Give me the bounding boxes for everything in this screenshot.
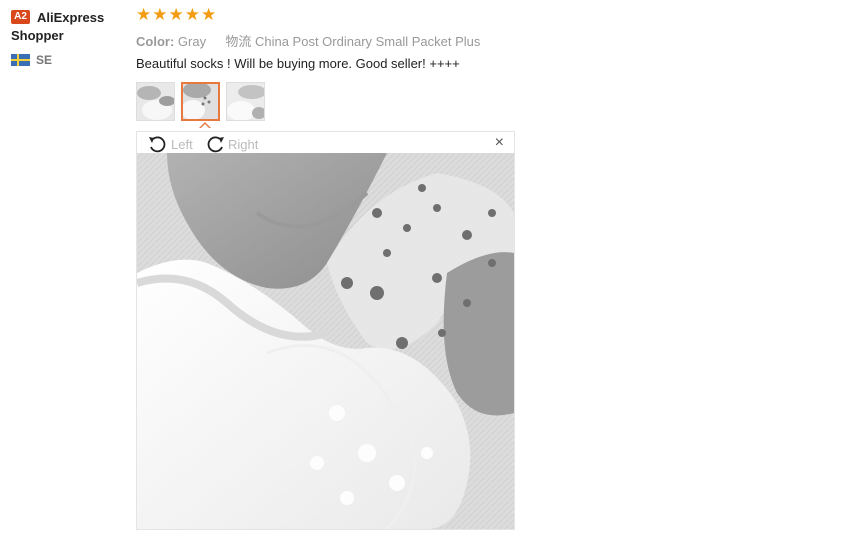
- country-code: SE: [36, 53, 53, 67]
- logistics-value: China Post Ordinary Small Packet Plus: [254, 34, 481, 49]
- rotate-left-icon: [149, 136, 166, 153]
- review-text: Beautiful socks ! Will be buying more. G…: [136, 56, 460, 71]
- sweden-flag-icon: [11, 54, 30, 66]
- rotate-right-button[interactable]: Right: [204, 134, 258, 154]
- thumbnail-strip: [136, 82, 265, 121]
- logistics-label: 物流: [225, 34, 252, 49]
- viewer-toolbar: Left Right ×: [137, 132, 514, 154]
- rotate-right-label: Right: [228, 136, 259, 152]
- color-value: Gray: [177, 34, 207, 49]
- review-thumbnail-selected[interactable]: [181, 82, 220, 121]
- order-info: Color: Gray 物流 China Post Ordinary Small…: [136, 31, 480, 50]
- star-icon: ★: [136, 5, 152, 24]
- level-badge: A2: [11, 10, 30, 24]
- rotate-left-button[interactable]: Left: [147, 134, 193, 154]
- rotate-left-label: Left: [171, 136, 193, 152]
- rotate-right-icon: [207, 136, 224, 153]
- user-name-line1: AliExpress: [37, 10, 105, 25]
- review-thumbnail[interactable]: [226, 82, 265, 121]
- user-name: AliExpress Shopper: [11, 9, 127, 43]
- close-viewer-button[interactable]: ×: [495, 135, 504, 151]
- star-icon: ★: [152, 5, 168, 24]
- star-icon: ★: [168, 5, 184, 24]
- star-rating: ★ ★ ★ ★ ★: [136, 6, 216, 24]
- star-icon: ★: [184, 5, 200, 24]
- review-thumbnail[interactable]: [136, 82, 175, 121]
- user-name-line2: Shopper: [11, 28, 64, 43]
- star-icon: ★: [201, 5, 217, 24]
- review-photo: [137, 153, 514, 529]
- image-viewer: Left Right ×: [136, 131, 515, 530]
- color-label: Color:: [136, 34, 175, 49]
